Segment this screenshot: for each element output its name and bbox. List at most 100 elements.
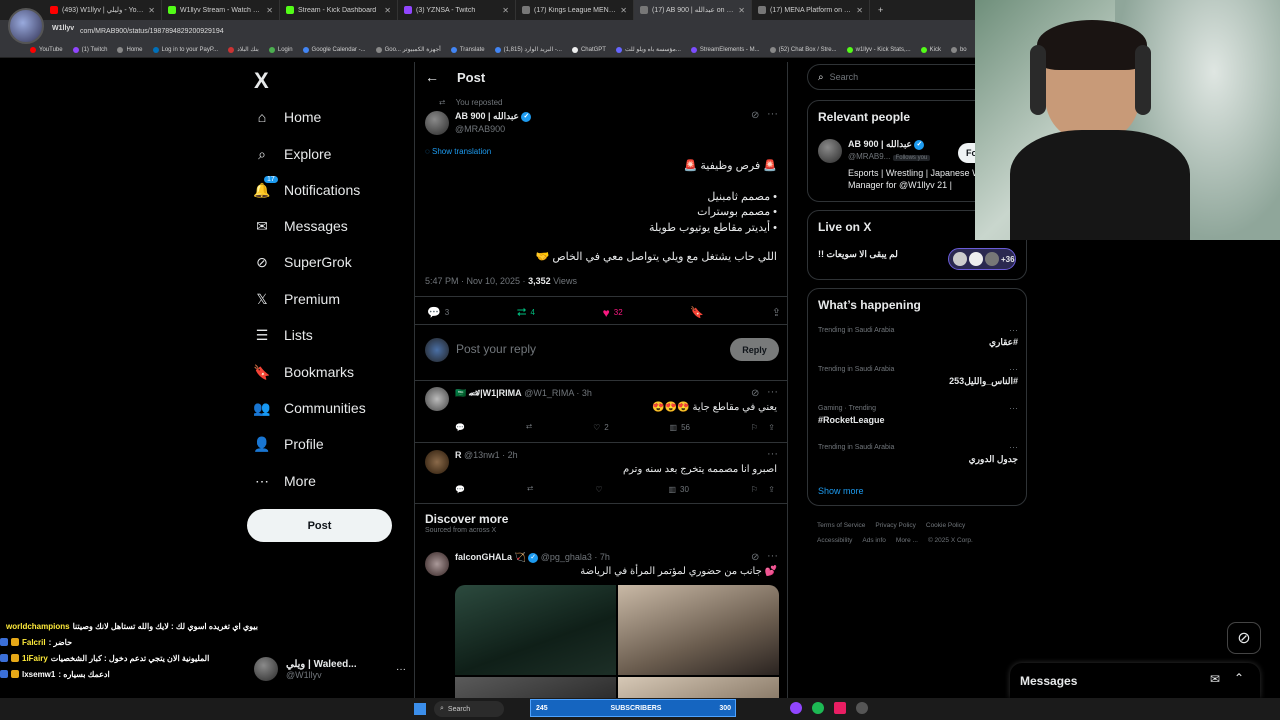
bookmark-item[interactable]: Kick bbox=[920, 46, 941, 53]
taskbar-app-icon[interactable] bbox=[856, 702, 868, 714]
close-icon[interactable]: ✕ bbox=[738, 6, 745, 15]
more-icon[interactable]: ··· bbox=[1009, 325, 1018, 335]
grok-icon[interactable]: ⊘ bbox=[751, 110, 759, 121]
media-photo[interactable] bbox=[618, 585, 779, 675]
x-logo[interactable]: X bbox=[254, 68, 269, 94]
bookmark-item[interactable]: StreamElements - M... bbox=[690, 46, 760, 53]
footer-link[interactable]: Accessibility bbox=[817, 537, 852, 544]
views-action[interactable]: ▥ 30 bbox=[668, 484, 688, 494]
browser-tab[interactable]: W1llyv Stream - Watch Live on Kick ✕ bbox=[162, 0, 280, 20]
footer-link[interactable]: Privacy Policy bbox=[875, 522, 915, 529]
back-arrow-icon[interactable]: ← bbox=[425, 69, 439, 85]
reply-action[interactable]: 💬 bbox=[455, 422, 465, 432]
close-icon[interactable]: ✕ bbox=[148, 6, 155, 15]
nav-item-premium[interactable]: 𝕏 Premium bbox=[254, 287, 340, 311]
grok-icon[interactable]: ⊘ bbox=[751, 388, 759, 399]
reply-input[interactable]: Post your reply bbox=[456, 342, 536, 356]
live-listeners[interactable]: +36 bbox=[948, 248, 1016, 270]
bookmark-item[interactable]: (1) Twitch bbox=[72, 46, 107, 53]
close-icon[interactable]: ✕ bbox=[266, 6, 273, 15]
reply-action[interactable]: 💬 3 bbox=[427, 305, 449, 320]
reply-button[interactable]: Reply bbox=[730, 338, 779, 361]
media-photo[interactable] bbox=[455, 585, 616, 675]
account-switcher[interactable]: ويلي | Waleed... @W1llyv ··· bbox=[254, 654, 406, 684]
browser-tab[interactable]: (17) Kings League MENA on X ✕ bbox=[516, 0, 634, 20]
compose-message-icon[interactable]: ✉ bbox=[1210, 672, 1220, 686]
bookmark-item[interactable]: Goo... أجهزة الكمبيوتر bbox=[375, 46, 441, 53]
discover-media[interactable] bbox=[455, 585, 779, 715]
trend-item[interactable]: Gaming · Trending ··· #RocketLeague bbox=[818, 403, 1018, 437]
nav-item-home[interactable]: ⌂ Home bbox=[254, 105, 322, 129]
nav-item-lists[interactable]: ☰ Lists bbox=[254, 323, 313, 347]
browser-tab[interactable]: (17) MENA Platform on X: "🚨 ✕ bbox=[752, 0, 870, 20]
live-space-title[interactable]: !! لم يبقى الا سويعات bbox=[818, 249, 898, 260]
repost-action[interactable]: ⮂ bbox=[527, 484, 533, 494]
views-action[interactable]: ▥ 56 bbox=[670, 422, 690, 432]
close-icon[interactable]: ✕ bbox=[620, 6, 627, 15]
reply-author[interactable]: R @13nw1 · 2h bbox=[455, 450, 518, 460]
close-icon[interactable]: ✕ bbox=[384, 6, 391, 15]
author-avatar[interactable] bbox=[425, 111, 449, 135]
browser-tab[interactable]: (17) AB 900 | عبدالله on X: "🚨 ✕ bbox=[634, 0, 752, 20]
bookmark-item[interactable]: Login bbox=[268, 46, 293, 53]
person-name[interactable]: AB 900 | عبدالله ✓ bbox=[848, 139, 925, 150]
nav-item-communities[interactable]: 👥 Communities bbox=[253, 396, 365, 420]
bookmark-item[interactable]: (52) Chat Box / Stre... bbox=[769, 46, 837, 53]
close-icon[interactable]: ✕ bbox=[856, 6, 863, 15]
grok-icon[interactable]: ⊘ bbox=[751, 552, 759, 563]
taskbar-search[interactable]: ⌕ Search bbox=[434, 701, 504, 717]
bookmark-item[interactable]: Translate bbox=[450, 46, 485, 53]
bookmark-item[interactable]: بنك البلاد bbox=[228, 46, 259, 53]
more-icon[interactable]: ··· bbox=[1009, 364, 1018, 374]
taskbar-app-icon[interactable] bbox=[790, 702, 802, 714]
bookmark-item[interactable]: YouTube bbox=[30, 46, 63, 53]
more-icon[interactable]: ··· bbox=[767, 448, 778, 460]
more-icon[interactable]: ··· bbox=[767, 108, 778, 120]
share-action[interactable]: ⇪ bbox=[772, 305, 781, 320]
bookmark-item[interactable]: مؤسسة باه ويلو للت... bbox=[615, 46, 681, 53]
expand-icon[interactable]: ⌃ bbox=[1234, 671, 1244, 685]
more-icon[interactable]: ··· bbox=[767, 550, 778, 562]
nav-item-supergrok[interactable]: ⊘ SuperGrok bbox=[254, 250, 352, 274]
discover-author[interactable]: falconGHALa 🏹 ✓ @pg_ghala3 · 7h bbox=[455, 552, 610, 563]
share-icon[interactable]: ⇪ bbox=[768, 423, 775, 432]
like-action[interactable]: ♥ 32 bbox=[603, 305, 623, 320]
nav-item-messages[interactable]: ✉ Messages bbox=[254, 214, 348, 238]
bookmark-item[interactable]: Log in to your PayP... bbox=[152, 46, 218, 53]
bookmark-item[interactable]: w1llyv - Kick Stats,... bbox=[846, 46, 911, 53]
trend-item[interactable]: Trending in Saudi Arabia ··· #الناس_والل… bbox=[818, 364, 1018, 398]
address-bar[interactable]: W1llyv com/MRAB900/status/19878948292009… bbox=[0, 20, 975, 42]
like-action[interactable]: ♡ 2 bbox=[593, 422, 609, 432]
taskbar-app-icon[interactable] bbox=[812, 702, 824, 714]
footer-link[interactable]: Ads info bbox=[862, 537, 886, 544]
bookmark-action[interactable]: ⚐ ⇪ bbox=[751, 484, 775, 494]
bookmark-item[interactable]: bo bbox=[950, 46, 967, 53]
footer-link[interactable]: More ... bbox=[896, 537, 918, 544]
reply-author[interactable]: 🇸🇦 🏎|W1|RIMA @W1_RIMA · 3h bbox=[455, 388, 592, 399]
browser-tab[interactable]: Stream - Kick Dashboard ✕ bbox=[280, 0, 398, 20]
bookmark-item[interactable]: البريد الوارد (1,815) -... bbox=[494, 46, 562, 53]
taskbar-app-icon[interactable] bbox=[834, 702, 846, 714]
messages-drawer[interactable]: Messages ✉ ⌃ bbox=[1010, 663, 1260, 698]
footer-link[interactable]: © 2025 X Corp. bbox=[928, 537, 973, 544]
bookmark-action[interactable]: ⚐ ⇪ bbox=[751, 422, 775, 432]
avatar[interactable] bbox=[818, 139, 842, 163]
nav-item-profile[interactable]: 👤 Profile bbox=[253, 432, 323, 456]
show-translation-link[interactable]: ◌ Show translation bbox=[425, 147, 491, 156]
post-button[interactable]: Post bbox=[247, 509, 392, 542]
nav-item-explore[interactable]: ⌕ Explore bbox=[254, 142, 331, 166]
reply-action[interactable]: 💬 bbox=[455, 484, 465, 494]
footer-link[interactable]: Terms of Service bbox=[817, 522, 865, 529]
windows-start-icon[interactable] bbox=[414, 703, 426, 715]
bookmark-action[interactable]: 🔖 bbox=[690, 305, 704, 320]
footer-link[interactable]: Cookie Policy bbox=[926, 522, 965, 529]
repost-action[interactable]: ⮂ bbox=[526, 422, 532, 432]
trend-item[interactable]: Trending in Saudi Arabia ··· #عقاري bbox=[818, 325, 1018, 359]
browser-tab[interactable]: (493) W1llyv | وليلي - YouTube ✕ bbox=[44, 0, 162, 20]
browser-tab[interactable]: (3) YZNSA - Twitch ✕ bbox=[398, 0, 516, 20]
show-more-link[interactable]: Show more bbox=[818, 486, 864, 496]
nav-item-bookmarks[interactable]: 🔖 Bookmarks bbox=[253, 360, 354, 384]
bookmark-item[interactable]: Google Calendar -... bbox=[302, 46, 366, 53]
more-icon[interactable]: ··· bbox=[1009, 403, 1018, 413]
bookmark-item[interactable]: ChatGPT bbox=[571, 46, 606, 53]
